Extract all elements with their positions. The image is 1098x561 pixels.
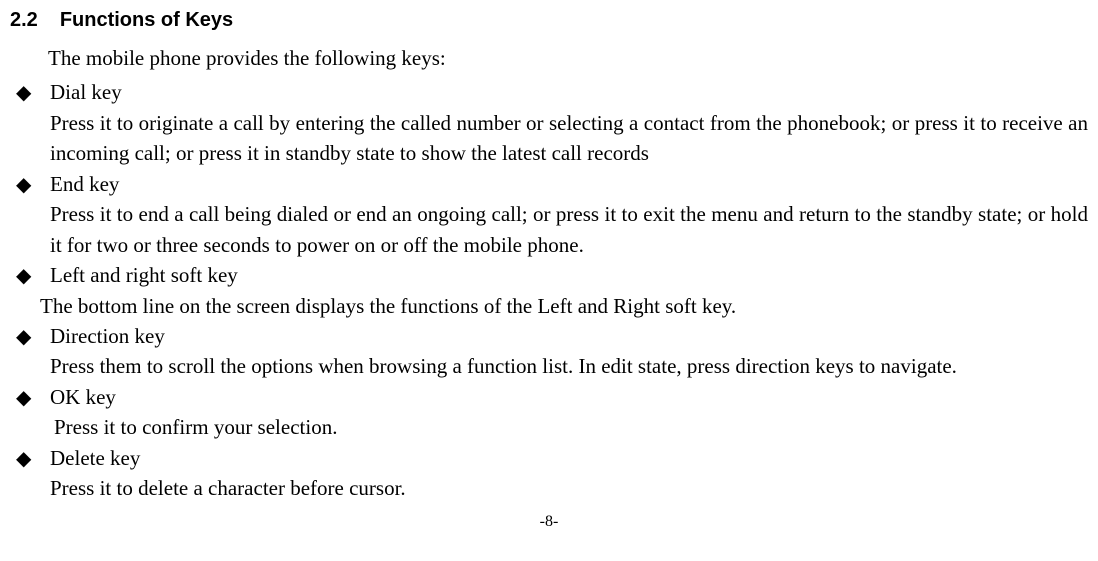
item-title-row: ◆ Direction key [10, 321, 1088, 351]
list-item: ◆ OK key Press it to confirm your selectio… [10, 382, 1088, 443]
item-title-row: ◆ Delete key [10, 443, 1088, 473]
list-item: ◆ End key Press it to end a call being dia… [10, 169, 1088, 260]
items-list: ◆ Dial key Press it to originate a call by… [10, 77, 1088, 503]
diamond-bullet-icon: ◆ [16, 445, 31, 474]
list-item: ◆ Direction key Press them to scroll the o… [10, 321, 1088, 382]
page-number: -8- [10, 510, 1088, 533]
item-title: Dial key [50, 80, 122, 104]
item-description: Press them to scroll the options when br… [10, 351, 1088, 381]
section-number: 2.2 [10, 6, 38, 35]
item-description: Press it to delete a character before cu… [10, 473, 1088, 503]
item-title-row: ◆ OK key [10, 382, 1088, 412]
intro-text: The mobile phone provides the following … [48, 43, 1088, 73]
item-title: End key [50, 172, 119, 196]
section-heading: 2.2 Functions of Keys [10, 6, 1088, 35]
list-item: ◆ Delete key Press it to delete a characte… [10, 443, 1088, 504]
item-title: OK key [50, 385, 116, 409]
list-item: ◆ Dial key Press it to originate a call by… [10, 77, 1088, 168]
item-title: Direction key [50, 324, 165, 348]
diamond-bullet-icon: ◆ [16, 262, 31, 291]
item-description: Press it to confirm your selection. [10, 412, 1088, 442]
item-description: The bottom line on the screen displays t… [10, 291, 1088, 321]
diamond-bullet-icon: ◆ [16, 171, 31, 200]
item-title-row: ◆ Dial key [10, 77, 1088, 107]
item-description: Press it to end a call being dialed or e… [10, 199, 1088, 260]
item-title: Left and right soft key [50, 263, 238, 287]
item-title-row: ◆ End key [10, 169, 1088, 199]
item-title: Delete key [50, 446, 140, 470]
diamond-bullet-icon: ◆ [16, 323, 31, 352]
section-title: Functions of Keys [60, 9, 233, 31]
item-title-row: ◆ Left and right soft key [10, 260, 1088, 290]
item-description: Press it to originate a call by entering… [10, 108, 1088, 169]
diamond-bullet-icon: ◆ [16, 79, 31, 108]
list-item: ◆ Left and right soft key The bottom line … [10, 260, 1088, 321]
diamond-bullet-icon: ◆ [16, 384, 31, 413]
